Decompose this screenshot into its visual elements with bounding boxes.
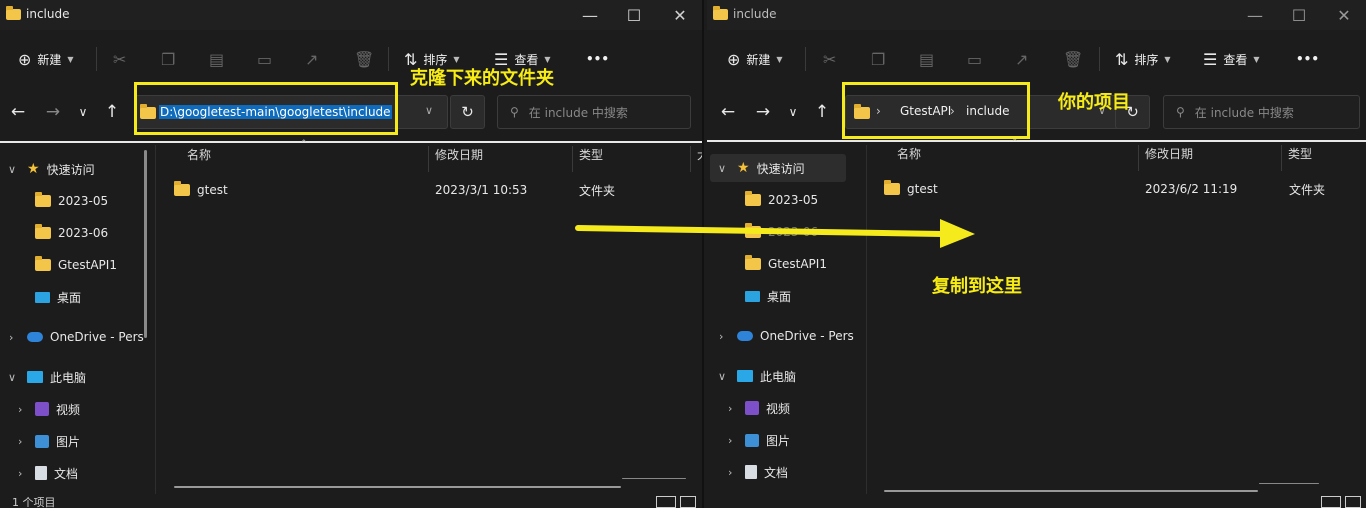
arrow-shaft [575,225,945,237]
arrow-head [940,219,975,248]
copy-arrow [575,219,975,248]
copy-here-caption: 复制到这里 [932,276,1022,297]
